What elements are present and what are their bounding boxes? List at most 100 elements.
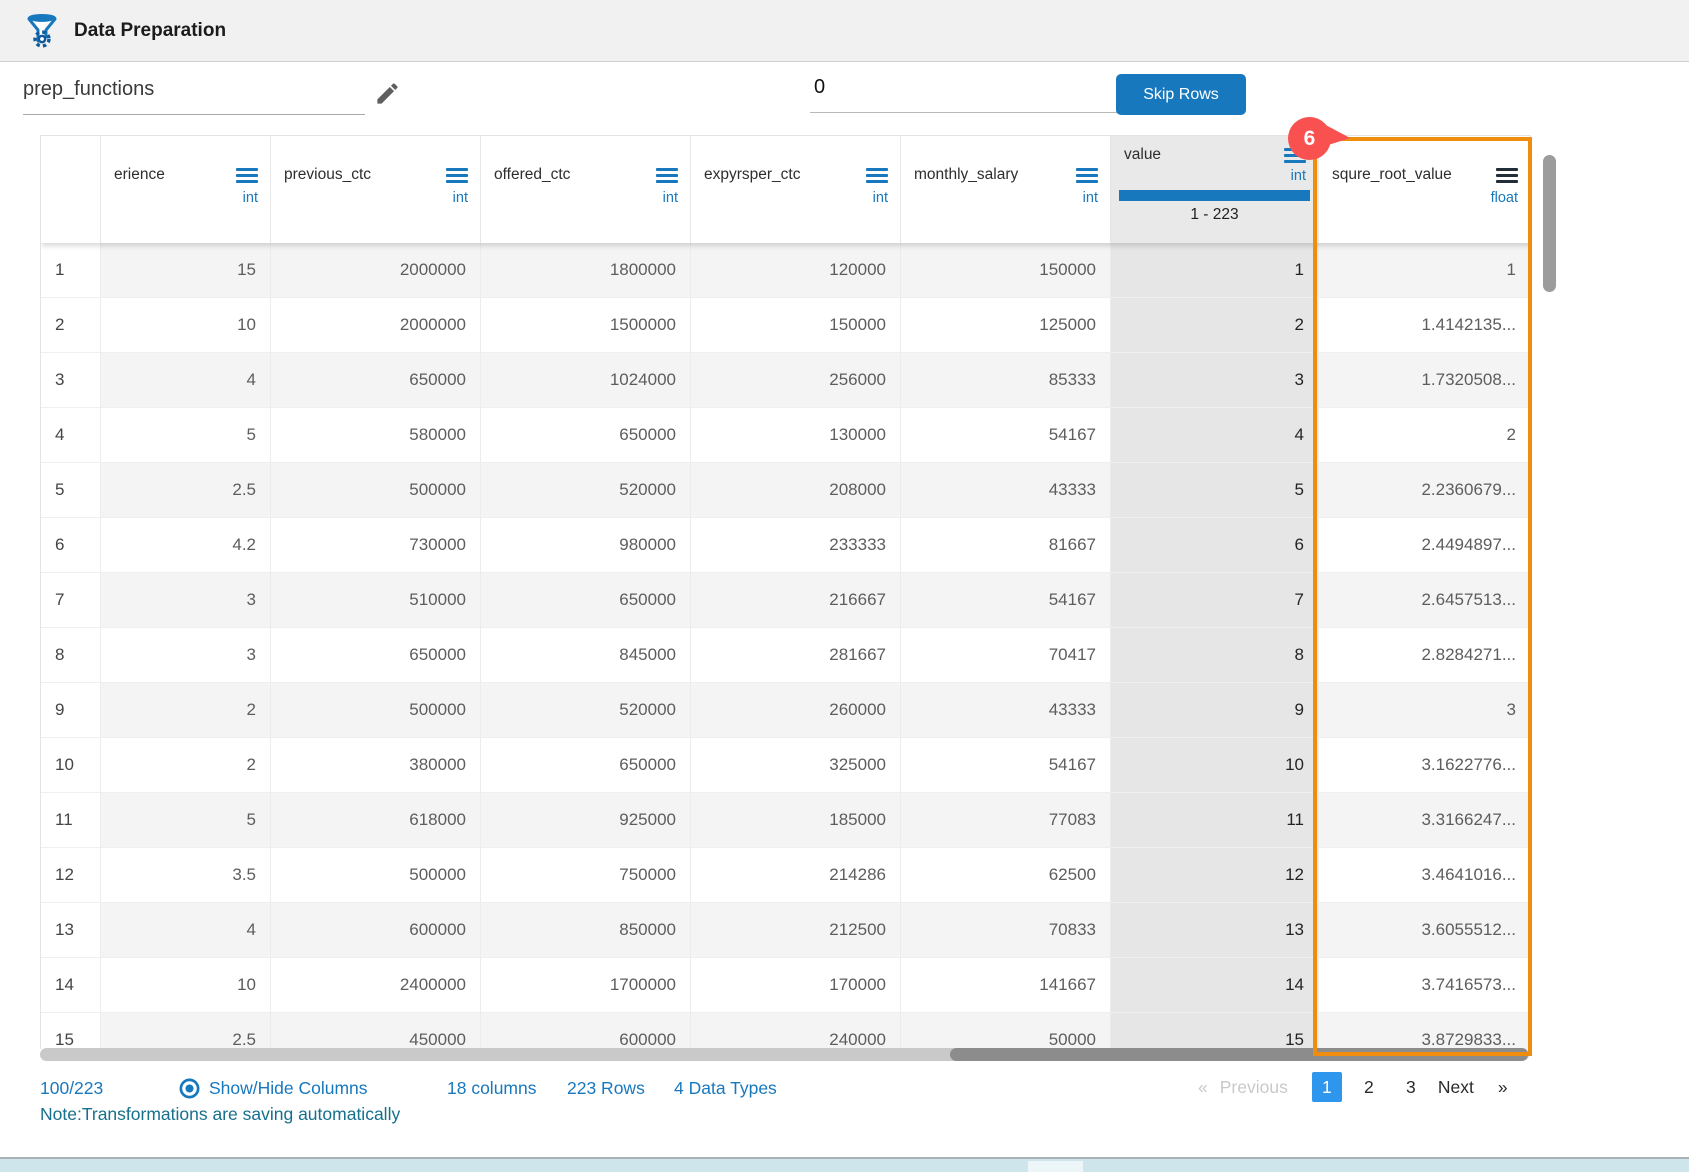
cell-value[interactable]: 9 (1111, 683, 1319, 738)
cell-value[interactable]: 11 (1111, 793, 1319, 848)
cell-offered_ctc[interactable]: 520000 (481, 683, 691, 738)
bottom-edge-scrollbar-thumb[interactable] (1028, 1161, 1083, 1172)
cell-previous_ctc[interactable]: 500000 (271, 683, 481, 738)
cell-offered_ctc[interactable]: 845000 (481, 628, 691, 683)
cell-monthly_salary[interactable]: 125000 (901, 298, 1111, 353)
horizontal-scrollbar-thumb[interactable] (950, 1048, 1528, 1061)
cell-expyrsper_ctc[interactable]: 256000 (691, 353, 901, 408)
pagination-page-1[interactable]: 1 (1312, 1072, 1342, 1102)
cell-monthly_salary[interactable]: 43333 (901, 683, 1111, 738)
cell-erience[interactable]: 10 (101, 958, 271, 1013)
skip-rows-input[interactable]: 0 (810, 76, 1141, 113)
cell-expyrsper_ctc[interactable]: 240000 (691, 1013, 901, 1049)
cell-previous_ctc[interactable]: 500000 (271, 848, 481, 903)
cell-previous_ctc[interactable]: 2400000 (271, 958, 481, 1013)
cell-erience[interactable]: 3 (101, 628, 271, 683)
cell-value[interactable]: 4 (1111, 408, 1319, 463)
cell-expyrsper_ctc[interactable]: 150000 (691, 298, 901, 353)
cell-squre_root_value[interactable]: 1.4142135... (1319, 298, 1531, 353)
cell-offered_ctc[interactable]: 750000 (481, 848, 691, 903)
cell-value[interactable]: 2 (1111, 298, 1319, 353)
cell-erience[interactable]: 4 (101, 903, 271, 958)
cell-offered_ctc[interactable]: 980000 (481, 518, 691, 573)
cell-offered_ctc[interactable]: 520000 (481, 463, 691, 518)
cell-monthly_salary[interactable]: 141667 (901, 958, 1111, 1013)
cell-offered_ctc[interactable]: 600000 (481, 1013, 691, 1049)
column-header-value[interactable]: valueint1 - 223 (1111, 136, 1319, 243)
cell-squre_root_value[interactable]: 2.8284271... (1319, 628, 1531, 683)
cell-expyrsper_ctc[interactable]: 120000 (691, 243, 901, 298)
cell-squre_root_value[interactable]: 2.2360679... (1319, 463, 1531, 518)
cell-squre_root_value[interactable]: 3.3166247... (1319, 793, 1531, 848)
column-menu-icon[interactable] (1076, 168, 1098, 186)
pagination-next-button[interactable]: Next (1438, 1077, 1474, 1098)
cell-expyrsper_ctc[interactable]: 208000 (691, 463, 901, 518)
column-header-previous_ctc[interactable]: previous_ctcint (271, 136, 481, 243)
cell-value[interactable]: 7 (1111, 573, 1319, 628)
cell-previous_ctc[interactable]: 450000 (271, 1013, 481, 1049)
cell-expyrsper_ctc[interactable]: 233333 (691, 518, 901, 573)
cell-previous_ctc[interactable]: 600000 (271, 903, 481, 958)
cell-monthly_salary[interactable]: 150000 (901, 243, 1111, 298)
cell-offered_ctc[interactable]: 650000 (481, 573, 691, 628)
column-menu-icon[interactable] (866, 168, 888, 186)
cell-offered_ctc[interactable]: 1500000 (481, 298, 691, 353)
cell-erience[interactable]: 5 (101, 793, 271, 848)
cell-erience[interactable]: 15 (101, 243, 271, 298)
cell-erience[interactable]: 4.2 (101, 518, 271, 573)
cell-squre_root_value[interactable]: 3.6055512... (1319, 903, 1531, 958)
cell-monthly_salary[interactable]: 50000 (901, 1013, 1111, 1049)
cell-erience[interactable]: 3.5 (101, 848, 271, 903)
cell-previous_ctc[interactable]: 380000 (271, 738, 481, 793)
cell-expyrsper_ctc[interactable]: 170000 (691, 958, 901, 1013)
cell-previous_ctc[interactable]: 580000 (271, 408, 481, 463)
cell-expyrsper_ctc[interactable]: 185000 (691, 793, 901, 848)
cell-monthly_salary[interactable]: 77083 (901, 793, 1111, 848)
pagination-page-3[interactable]: 3 (1396, 1072, 1426, 1102)
vertical-scrollbar-thumb[interactable] (1543, 155, 1556, 292)
cell-offered_ctc[interactable]: 650000 (481, 738, 691, 793)
cell-squre_root_value[interactable]: 3.8729833... (1319, 1013, 1531, 1049)
cell-squre_root_value[interactable]: 3.1622776... (1319, 738, 1531, 793)
cell-monthly_salary[interactable]: 70417 (901, 628, 1111, 683)
pagination-page-2[interactable]: 2 (1354, 1072, 1384, 1102)
cell-previous_ctc[interactable]: 2000000 (271, 243, 481, 298)
column-menu-icon[interactable] (1496, 168, 1518, 186)
cell-expyrsper_ctc[interactable]: 216667 (691, 573, 901, 628)
pagination-previous-button[interactable]: Previous (1220, 1077, 1288, 1098)
cell-previous_ctc[interactable]: 618000 (271, 793, 481, 848)
cell-offered_ctc[interactable]: 850000 (481, 903, 691, 958)
cell-value[interactable]: 15 (1111, 1013, 1319, 1049)
cell-squre_root_value[interactable]: 3 (1319, 683, 1531, 738)
cell-expyrsper_ctc[interactable]: 212500 (691, 903, 901, 958)
cell-offered_ctc[interactable]: 1800000 (481, 243, 691, 298)
cell-value[interactable]: 1 (1111, 243, 1319, 298)
pagination-prev-arrow[interactable]: « (1198, 1077, 1208, 1098)
cell-erience[interactable]: 5 (101, 408, 271, 463)
cell-monthly_salary[interactable]: 54167 (901, 738, 1111, 793)
cell-squre_root_value[interactable]: 1.7320508... (1319, 353, 1531, 408)
cell-offered_ctc[interactable]: 650000 (481, 408, 691, 463)
cell-erience[interactable]: 2 (101, 683, 271, 738)
cell-monthly_salary[interactable]: 54167 (901, 573, 1111, 628)
cell-erience[interactable]: 2.5 (101, 463, 271, 518)
show-hide-columns-button[interactable]: Show/Hide Columns (178, 1074, 368, 1102)
column-header-squre_root_value[interactable]: squre_root_valuefloat (1319, 136, 1531, 243)
cell-expyrsper_ctc[interactable]: 281667 (691, 628, 901, 683)
cell-previous_ctc[interactable]: 650000 (271, 628, 481, 683)
cell-value[interactable]: 13 (1111, 903, 1319, 958)
column-header-expyrsper_ctc[interactable]: expyrsper_ctcint (691, 136, 901, 243)
skip-rows-button[interactable]: Skip Rows (1116, 74, 1246, 115)
cell-squre_root_value[interactable]: 3.4641016... (1319, 848, 1531, 903)
cell-squre_root_value[interactable]: 2.4494897... (1319, 518, 1531, 573)
cell-monthly_salary[interactable]: 70833 (901, 903, 1111, 958)
dataset-name-input[interactable]: prep_functions (23, 78, 365, 115)
cell-previous_ctc[interactable]: 2000000 (271, 298, 481, 353)
cell-previous_ctc[interactable]: 500000 (271, 463, 481, 518)
cell-squre_root_value[interactable]: 2 (1319, 408, 1531, 463)
cell-value[interactable]: 12 (1111, 848, 1319, 903)
cell-previous_ctc[interactable]: 730000 (271, 518, 481, 573)
cell-monthly_salary[interactable]: 43333 (901, 463, 1111, 518)
cell-value[interactable]: 8 (1111, 628, 1319, 683)
cell-expyrsper_ctc[interactable]: 214286 (691, 848, 901, 903)
